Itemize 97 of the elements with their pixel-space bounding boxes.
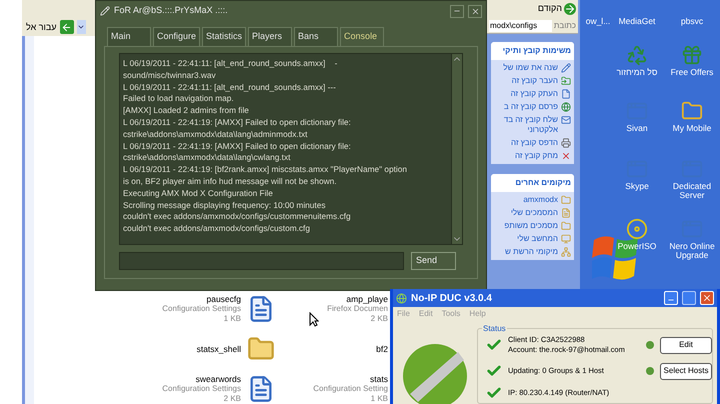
log-line: Executing AMX Mod X Configuration File [123,188,274,200]
maximize-button[interactable] [682,291,696,305]
log-line: L 06/19/2011 - 22:41:11: [alt_end_round_sounds.amxx] - [123,58,338,70]
log-line: L 06/19/2011 - 22:41:11: [alt_end_round_sounds.amxx] --- [123,82,337,94]
log-line: sound/misc/twinnar3.wav [123,70,217,82]
tab[interactable]: Configure [153,27,200,46]
task-link[interactable]: שנה את שמו של [503,63,558,73]
file-icon [561,89,571,99]
tab[interactable]: Players [248,27,292,46]
log-line: L 06/19/2011 - 22:41:19: [AMXX] Failed to open dictionary file: [123,140,352,152]
command-input[interactable] [119,252,404,270]
desktop-icon-label[interactable]: PowerISO [618,242,656,251]
log-line: [AMXX] Loaded 2 admins from file [123,105,250,117]
delete-icon [561,151,571,161]
tab[interactable]: Main [107,27,151,46]
help-icon [646,341,654,349]
task-link[interactable]: העבר קובץ זה [512,76,558,86]
go-to-label: עבור אל [26,20,57,34]
log-line: cstrike\addons\amxmodx\data\lang\cwlang.txt [123,152,292,164]
place-link[interactable]: מיקומי הרשת ש [505,247,558,257]
file-size: 2 KB [224,394,241,404]
minimize-button[interactable] [450,4,464,18]
task-link[interactable]: שלח קובץ זה בד אלקטרוני [494,115,558,135]
close-icon [470,6,480,16]
status-button[interactable]: Edit [660,336,712,354]
status-button[interactable]: Select Hosts [660,362,712,380]
folder-icon [561,195,571,205]
envelope-icon [561,115,571,125]
task-link[interactable]: העתק קובץ זה [510,89,558,99]
documents-icon [561,208,571,218]
desktop-icon-label[interactable]: My Mobile [672,124,712,133]
computer-icon [561,234,571,244]
desktop-icon-label[interactable]: Nero Online Upgrade [665,242,719,260]
file-name: swearwords [196,374,241,384]
chevron-icon [77,23,86,31]
close-button[interactable] [468,4,482,18]
desktop-icon-label[interactable]: pbsvc [680,17,704,26]
file-size: 1 KB [224,314,241,324]
dropdown-button[interactable] [76,20,86,34]
file-name: bf2 [376,344,388,354]
folder-icon [561,221,571,231]
pencil-icon [561,63,571,73]
place-link[interactable]: המסמכים שלי [510,208,558,218]
log-line: L 06/19/2011 - 22:41:19: [bf2rank.amxx] miscstats.amxx "PlayerName" option [123,164,408,176]
places-title: מיקומים אחרים [491,174,574,192]
desktop-icon-label[interactable]: Sivan [626,124,648,133]
log-line: couldn't exec addons/amxmodx/configs/custommenuitems.cfg [123,211,352,224]
disc-icon[interactable] [626,218,648,240]
tab[interactable]: Bans [294,27,338,46]
folder-arrow-icon [561,76,571,86]
desktop-icon-label[interactable]: Free Offers [670,68,714,77]
printer-icon [561,138,571,148]
tab[interactable]: Console [340,27,384,46]
place-link[interactable]: המחשב שלי [517,234,558,244]
log-line: Failed to load navigation map. [123,93,235,106]
task-link[interactable]: מחק קובץ זה [514,151,558,161]
file-name: amp_playe [346,294,388,304]
arrow-left-icon [61,22,72,32]
close-icon [702,293,712,303]
file-name: pausecfg [206,294,241,304]
place-link[interactable]: amxmodx [523,195,558,205]
folder-icon[interactable] [681,100,703,122]
file-type: Configuration Settings [162,304,241,314]
desktop-icon-label[interactable]: Skype [625,182,649,191]
task-link[interactable]: פרסם קובץ זה ב [504,102,558,112]
file-name: stats [370,374,388,384]
send-button[interactable]: Send [411,252,456,270]
go-button[interactable] [60,20,74,34]
log-line: is on, BF2 player aim info hud message will not be shown. [123,176,338,188]
help-icon [646,367,654,375]
desktop-icon-label[interactable]: MediaGet [618,17,656,26]
log-line: L 06/19/2011 - 22:41:19: [AMXX] Failed to open dictionary file: [123,116,352,129]
desktop-icon-label[interactable]: סל המיחזור [616,68,658,77]
tasks-title: משימות קובץ ותיקי [491,42,574,60]
window-title: No-IP DUC v3.0.4 [411,292,493,306]
tab[interactable]: Statistics [202,27,246,46]
back-button[interactable]: הקודם [538,2,576,16]
window-title: FoR Ar@bS.:::.PrYsMaX .:::. [114,4,229,18]
address-label: כתובת [554,20,576,32]
file-name: statsx_shell [196,344,241,354]
file-size: 2 KB [370,314,388,324]
log-line: cstrike\addons\amxmodx\data\lang\adminmodx.txt [123,128,308,141]
globe-icon [561,102,571,112]
network-icon [561,247,571,257]
desktop-icon-label[interactable]: Dedicated Server [665,182,719,200]
address-field[interactable]: modx\configs [489,20,552,32]
file-type: Firefox Documen [327,304,388,314]
file-type: Configuration Settings [162,384,241,394]
log-line: couldn't exec addons/amxmodx/configs/custom.cfg [123,223,311,235]
desktop-icon-label[interactable]: ow_l... [586,17,610,26]
mouse-cursor-icon [309,312,319,327]
log-line: Scrolling message displaying frequency: 10:00 minutes [123,200,326,212]
task-link[interactable]: הדפס קובץ זה [511,138,558,148]
file-size: 1 KB [370,394,388,404]
place-link[interactable]: מסמכים משותפ [504,221,558,231]
arrow-right-icon [564,3,576,15]
file-type: Configuration Setting [313,384,388,394]
